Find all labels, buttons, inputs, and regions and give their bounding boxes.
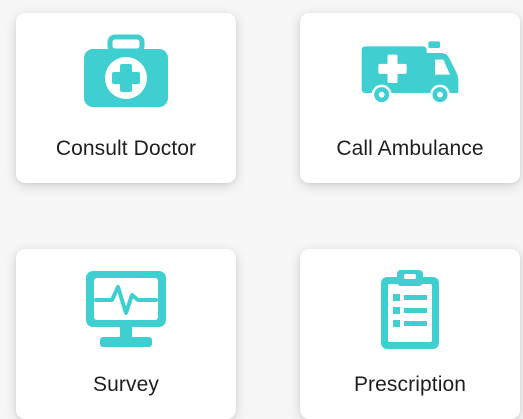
- medical-kit-icon: [76, 33, 176, 113]
- clipboard-icon: [360, 269, 460, 349]
- call-ambulance-label: Call Ambulance: [336, 137, 484, 160]
- survey-label: Survey: [93, 373, 159, 396]
- ambulance-icon: [360, 33, 460, 113]
- consult-doctor-label: Consult Doctor: [55, 137, 197, 160]
- prescription-card[interactable]: Prescription: [300, 249, 520, 419]
- call-ambulance-card[interactable]: Call Ambulance: [300, 13, 520, 183]
- prescription-label: Prescription: [353, 373, 467, 396]
- survey-card[interactable]: Survey: [16, 249, 236, 419]
- heart-monitor-icon: [76, 269, 176, 349]
- consult-doctor-card[interactable]: Consult Doctor: [16, 13, 236, 183]
